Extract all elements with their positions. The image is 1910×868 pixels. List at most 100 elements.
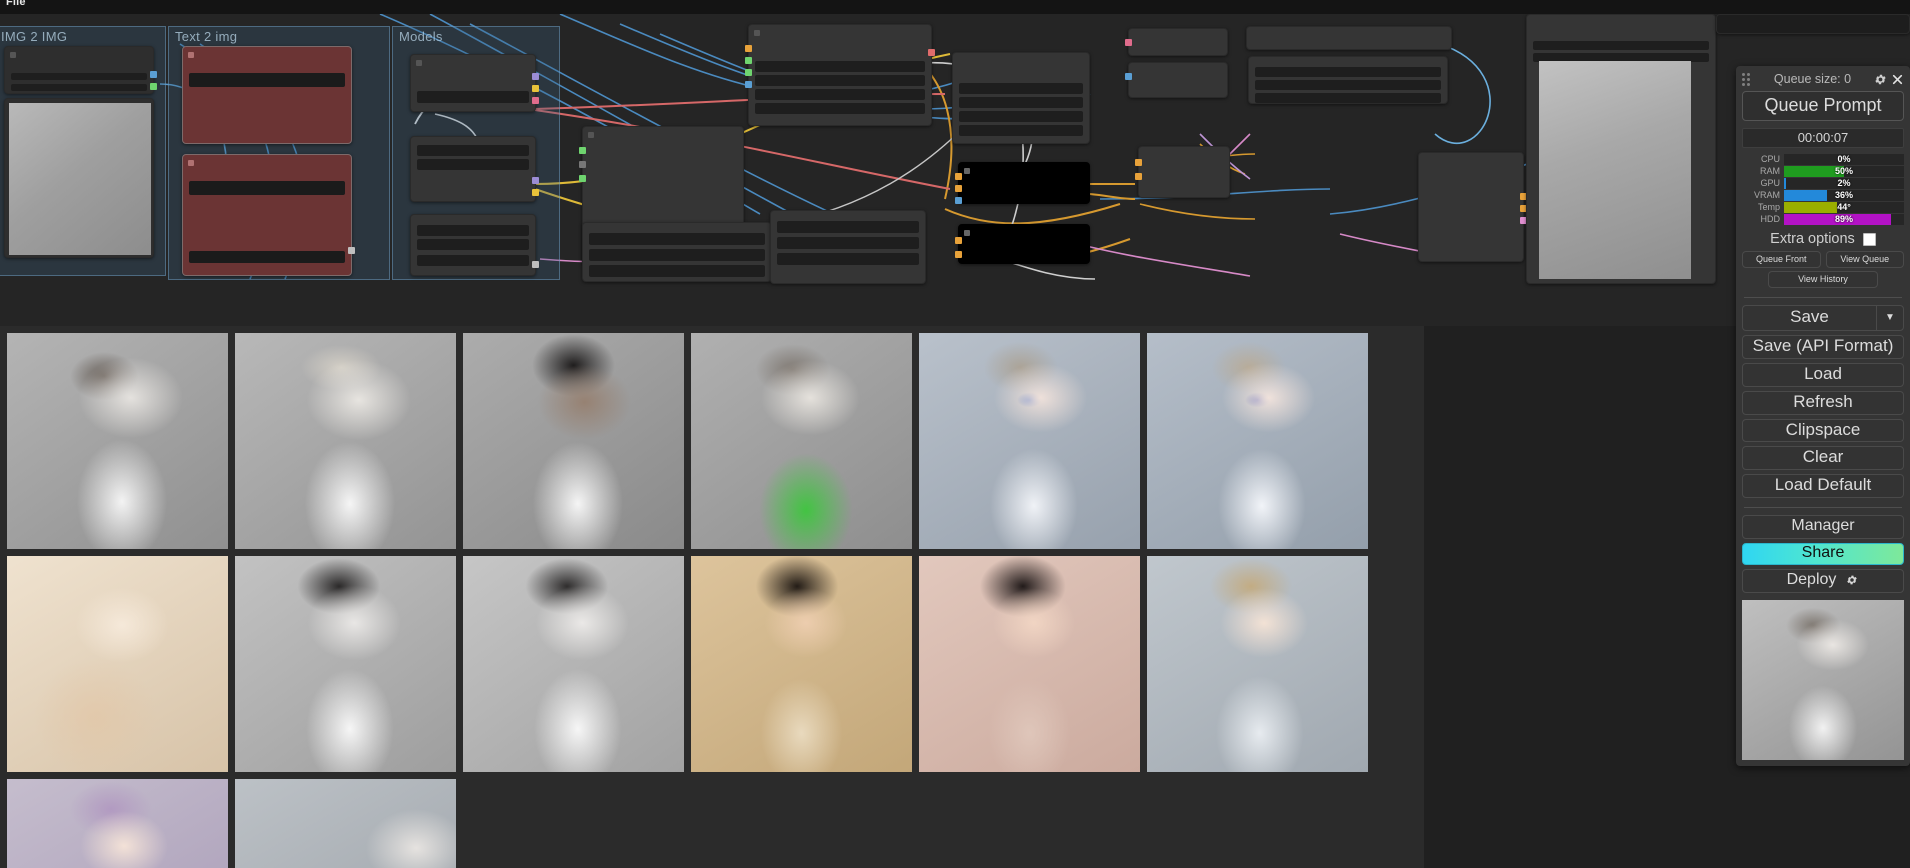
node-widget[interactable] — [755, 103, 925, 114]
node-input-port[interactable] — [1135, 159, 1142, 166]
node-input-port[interactable] — [579, 147, 586, 154]
view-history-button[interactable]: View History — [1768, 271, 1878, 288]
node-collapse-dot[interactable] — [188, 52, 194, 58]
extra-options-checkbox[interactable] — [1862, 232, 1876, 246]
gear-icon[interactable] — [1846, 574, 1859, 587]
manager-button[interactable]: Manager — [1742, 515, 1904, 540]
node-output-port-model[interactable] — [532, 177, 539, 184]
node-output-port-clip[interactable] — [532, 189, 539, 196]
node-widget[interactable] — [1255, 80, 1441, 90]
node-widget[interactable] — [959, 125, 1083, 136]
share-button[interactable]: Share — [1742, 543, 1904, 566]
load-default-button[interactable]: Load Default — [1742, 474, 1904, 499]
graph-node-collapsed-a[interactable] — [955, 162, 1090, 204]
node-widget[interactable] — [1255, 93, 1441, 103]
close-icon[interactable] — [1891, 73, 1904, 86]
node-input-port[interactable] — [1135, 173, 1142, 180]
load-button[interactable]: Load — [1742, 362, 1904, 387]
node-widget[interactable] — [417, 225, 529, 236]
node-input-port[interactable] — [955, 173, 962, 180]
node-input-port-latent[interactable] — [745, 81, 752, 88]
chevron-down-icon[interactable]: ▼ — [1876, 305, 1904, 331]
node-widget[interactable] — [589, 233, 765, 245]
node-collapse-dot[interactable] — [188, 160, 194, 166]
gallery-tile[interactable] — [919, 333, 1140, 549]
node-widget[interactable] — [417, 255, 529, 266]
sidebar-preview-thumbnail[interactable] — [1742, 600, 1904, 761]
graph-node-upscale[interactable] — [770, 210, 926, 284]
node-text-widget[interactable] — [189, 73, 345, 87]
gallery-tile[interactable] — [919, 556, 1140, 772]
node-widget[interactable] — [11, 84, 147, 91]
node-output-port-model[interactable] — [532, 73, 539, 80]
graph-node-vae-loader[interactable] — [410, 214, 539, 276]
graph-node-conditioning[interactable] — [952, 52, 1090, 144]
graph-node-preview-b[interactable] — [1135, 146, 1230, 198]
node-collapse-dot[interactable] — [754, 30, 760, 36]
gallery-tile[interactable] — [235, 556, 456, 772]
node-input-port[interactable] — [955, 237, 962, 244]
node-widget[interactable] — [417, 159, 529, 170]
gallery-tile[interactable] — [691, 556, 912, 772]
node-widget[interactable] — [755, 75, 925, 86]
node-widget[interactable] — [417, 91, 529, 103]
clipspace-button[interactable]: Clipspace — [1742, 418, 1904, 443]
save-button[interactable]: Save — [1742, 305, 1876, 331]
node-text-widget[interactable] — [189, 181, 345, 195]
node-graph-canvas[interactable]: IMG 2 IMG Text 2 img Models — [0, 14, 1910, 326]
node-collapse-dot[interactable] — [588, 132, 594, 138]
graph-node-right-b[interactable] — [1248, 56, 1448, 104]
graph-node-topright-tab[interactable] — [1716, 14, 1910, 34]
graph-node-vae-decode[interactable] — [582, 222, 772, 282]
graph-node-final-preview[interactable] — [1526, 14, 1716, 284]
node-collapse-dot[interactable] — [10, 52, 16, 58]
graph-node-lora-loader[interactable] — [410, 136, 539, 202]
node-widget[interactable] — [959, 111, 1083, 122]
graph-node-positive-prompt[interactable] — [182, 46, 352, 144]
node-input-port[interactable] — [579, 161, 586, 168]
gallery-tile[interactable] — [235, 779, 456, 868]
node-widget[interactable] — [777, 253, 919, 265]
node-widget[interactable] — [417, 145, 529, 156]
node-output-port-clip[interactable] — [532, 85, 539, 92]
node-output-port[interactable] — [348, 247, 355, 254]
graph-node-checkpoint-loader[interactable] — [410, 54, 539, 112]
graph-node-ksampler[interactable] — [745, 24, 935, 126]
node-widget[interactable] — [589, 265, 765, 277]
view-queue-button[interactable]: View Queue — [1825, 251, 1904, 268]
node-input-port[interactable] — [1125, 39, 1132, 46]
node-widget[interactable] — [1533, 41, 1709, 50]
gallery-tile[interactable] — [1147, 333, 1368, 549]
node-widget[interactable] — [755, 89, 925, 100]
node-input-port[interactable] — [1125, 73, 1132, 80]
clear-button[interactable]: Clear — [1742, 446, 1904, 471]
gallery-tile[interactable] — [1147, 556, 1368, 772]
node-input-port[interactable] — [955, 185, 962, 192]
comfy-menu-sidebar[interactable]: Queue size: 0 Queue Prompt 00:00:07 CPU … — [1736, 66, 1910, 767]
node-widget[interactable] — [777, 221, 919, 233]
queue-prompt-button[interactable]: Queue Prompt — [1742, 91, 1904, 121]
graph-node-collapsed-b[interactable] — [955, 224, 1090, 264]
node-output-port[interactable] — [150, 71, 157, 78]
node-widget[interactable] — [417, 239, 529, 250]
node-widget[interactable] — [11, 73, 147, 80]
node-output-port[interactable] — [532, 261, 539, 268]
node-widget[interactable] — [959, 97, 1083, 108]
menubar-title[interactable]: File — [6, 0, 26, 8]
node-input-port[interactable] — [955, 197, 962, 204]
graph-node-negative-prompt[interactable] — [182, 154, 355, 276]
graph-node-image-preview[interactable] — [4, 98, 154, 258]
gallery-tile[interactable] — [7, 556, 228, 772]
node-input-port[interactable] — [955, 251, 962, 258]
node-output-port[interactable] — [150, 83, 157, 90]
node-input-port-model[interactable] — [745, 45, 752, 52]
graph-node-right-c[interactable] — [1418, 152, 1527, 262]
queue-front-button[interactable]: Queue Front — [1742, 251, 1821, 268]
graph-node-save-image[interactable] — [1125, 28, 1228, 56]
gallery-tile[interactable] — [7, 779, 228, 868]
node-input-port[interactable] — [579, 175, 586, 182]
node-input-port-positive[interactable] — [745, 57, 752, 64]
node-output-port[interactable] — [928, 49, 935, 56]
graph-node[interactable] — [4, 46, 157, 94]
node-widget[interactable] — [777, 237, 919, 249]
